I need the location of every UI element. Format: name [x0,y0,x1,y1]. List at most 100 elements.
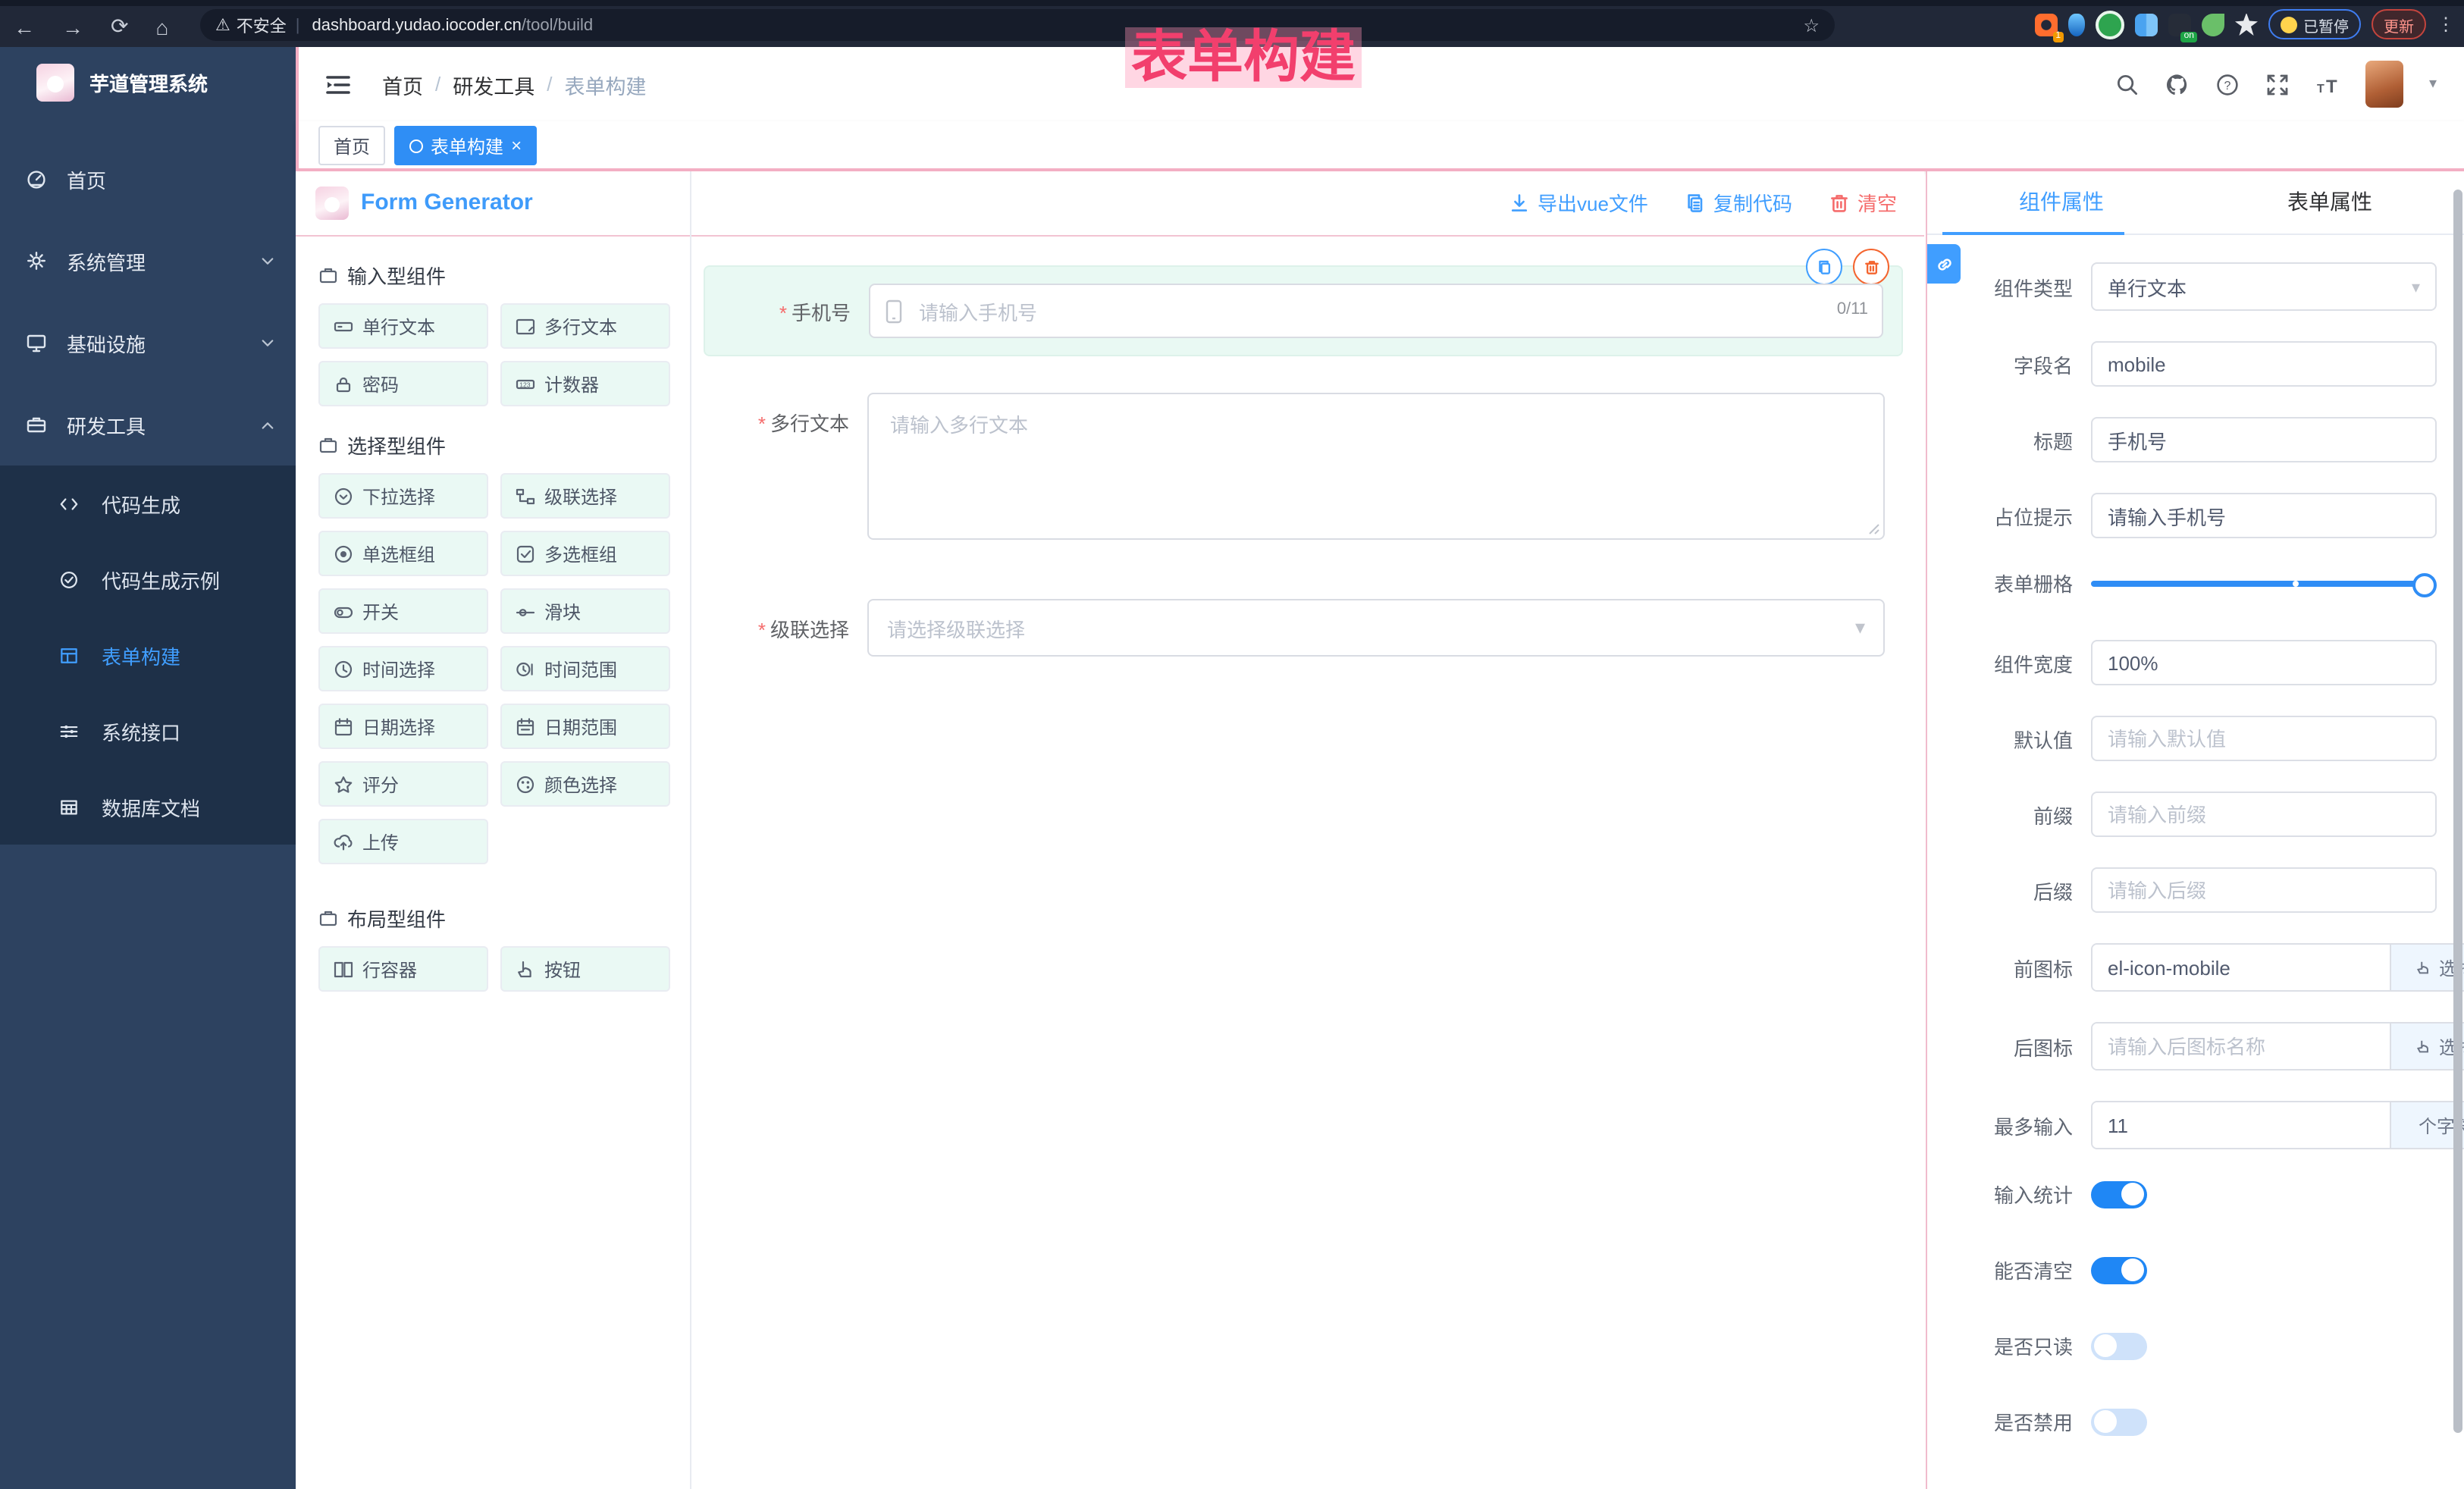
form-item-textarea[interactable]: *多行文本 [704,393,1885,540]
export-vue-button[interactable]: 导出vue文件 [1509,188,1648,217]
clear-button[interactable]: 清空 [1829,188,1897,217]
number-icon: 123 [516,374,535,393]
palette-item-color-picker[interactable]: 颜色选择 [500,761,670,807]
sidebar-item-form-build[interactable]: 表单构建 [0,617,296,693]
palette-item-date-range[interactable]: 日期范围 [500,704,670,749]
slider-handle[interactable] [2412,572,2437,597]
width-input[interactable] [2091,640,2437,685]
palette-item-upload[interactable]: 上传 [318,819,488,864]
browser-menu-icon[interactable]: ⋮ [2437,14,2455,35]
palette-item-rate[interactable]: 评分 [318,761,488,807]
sidebar-fold-icon[interactable] [324,72,352,96]
link-drawer-button[interactable] [1927,244,1961,284]
palette-item-single-text[interactable]: 单行文本 [318,303,488,349]
help-icon[interactable]: ? [2215,72,2240,96]
component-type-select[interactable]: 单行文本 ▾ [2091,262,2437,311]
prop-row-type: 组件类型 单行文本 ▾ [1927,262,2437,311]
active-tag-dot-icon [409,139,423,152]
palette-item-date-picker[interactable]: 日期选择 [318,704,488,749]
back-icon[interactable]: ← [14,14,35,39]
palette-item-switch[interactable]: 开关 [318,588,488,634]
user-avatar[interactable] [2365,61,2403,108]
grid-slider[interactable] [2091,580,2426,586]
sidebar-item-db-doc[interactable]: 数据库文档 [0,769,296,845]
fullscreen-icon[interactable] [2265,72,2290,96]
paused-pill-button[interactable]: 已暂停 [2268,9,2361,39]
update-button[interactable]: 更新 [2372,9,2426,39]
duplicate-item-button[interactable] [1806,249,1842,285]
extension-green-v-icon[interactable] [2096,10,2124,39]
palette-item-checkbox-group[interactable]: 多选框组 [500,531,670,576]
palette-item-slider[interactable]: 滑块 [500,588,670,634]
tab-form-props[interactable]: 表单属性 [2196,170,2464,234]
palette-item-textarea[interactable]: 多行文本 [500,303,670,349]
cascader-select[interactable]: 请选择级联选择 ▾ [867,599,1885,657]
user-menu-caret-icon[interactable]: ▾ [2429,76,2437,92]
address-bar[interactable]: ⚠ 不安全 | dashboard.yudao.iocoder.cn/tool/… [200,9,1835,41]
sidebar-item-codegen-demo[interactable]: 代码生成示例 [0,541,296,617]
tab-component-props[interactable]: 组件属性 [1927,170,2196,234]
sidebar-item-codegen[interactable]: 代码生成 [0,466,296,541]
tag-close-icon[interactable]: × [511,135,522,156]
disabled-toggle[interactable] [2091,1408,2147,1435]
extension-gem-icon[interactable] [2068,13,2085,36]
palette-item-select[interactable]: 下拉选择 [318,473,488,519]
form-item-mobile[interactable]: *手机号 0/11 [704,265,1903,356]
palette-item-button[interactable]: 按钮 [500,946,670,992]
sidebar-logo-row[interactable]: 芋道管理系统 [0,47,296,117]
extension-split-blue-icon[interactable] [2135,13,2158,36]
form-generator-title[interactable]: Form Generator [361,190,533,215]
palette-item-row-container[interactable]: 行容器 [318,946,488,992]
maxlength-input[interactable] [2093,1102,2390,1148]
forward-icon[interactable]: → [62,14,83,39]
palette-section-layout: 布局型组件 [318,904,690,933]
scrollbar-thumb[interactable] [2453,190,2462,1433]
sidebar-item-label: 数据库文档 [102,792,200,821]
sidebar-item-infra[interactable]: 基础设施 [0,302,296,384]
reload-icon[interactable]: ⟳ [111,14,128,39]
extension-dark-icon[interactable]: on [2168,13,2191,36]
breadcrumb-home[interactable]: 首页 [382,69,423,99]
title-input[interactable] [2091,417,2437,462]
sidebar-item-api[interactable]: 系统接口 [0,693,296,769]
readonly-toggle[interactable] [2091,1332,2147,1359]
sidebar-item-devtools[interactable]: 研发工具 [0,384,296,466]
sidebar-item-system[interactable]: 系统管理 [0,220,296,302]
link-icon [1934,254,1954,274]
placeholder-input[interactable] [2091,493,2437,538]
chevron-down-icon: ▾ [2412,277,2420,296]
suffix-icon-input[interactable] [2093,1023,2390,1069]
github-icon[interactable] [2165,72,2190,96]
field-name-input[interactable] [2091,341,2437,387]
mobile-input[interactable] [916,285,1630,340]
breadcrumb-devtools[interactable]: 研发工具 [453,69,534,99]
copy-code-button[interactable]: 复制代码 [1685,188,1792,217]
palette-item-time-picker[interactable]: 时间选择 [318,646,488,691]
extension-pin-icon[interactable] [2235,13,2258,36]
prefix-icon-input[interactable] [2093,945,2390,990]
default-value-input[interactable] [2091,716,2437,761]
show-count-toggle[interactable] [2091,1180,2147,1208]
sidebar-item-home[interactable]: 首页 [0,138,296,220]
palette-item-counter[interactable]: 123计数器 [500,361,670,406]
delete-item-button[interactable] [1853,249,1889,285]
font-size-icon[interactable]: TT [2315,72,2340,96]
clearable-toggle[interactable] [2091,1256,2147,1284]
resize-handle-icon[interactable] [1868,523,1880,535]
suffix-input[interactable] [2091,867,2437,913]
prefix-input[interactable] [2091,792,2437,837]
search-icon[interactable] [2115,72,2140,96]
home-icon[interactable]: ⌂ [155,14,168,39]
palette-item-time-range[interactable]: 时间范围 [500,646,670,691]
palette-item-password[interactable]: 密码 [318,361,488,406]
palette-item-radio-group[interactable]: 单选框组 [318,531,488,576]
tag-form-build[interactable]: 表单构建 × [394,126,537,165]
textarea-input[interactable] [887,406,1806,528]
security-label[interactable]: 不安全 [237,13,287,37]
bookmark-star-icon[interactable]: ☆ [1803,14,1820,36]
palette-item-cascader[interactable]: 级联选择 [500,473,670,519]
extension-orange-icon[interactable]: 1 [2035,13,2058,36]
tag-home[interactable]: 首页 [318,126,385,165]
extension-leaf-icon[interactable] [2202,13,2224,36]
form-item-cascader[interactable]: *级联选择 请选择级联选择 ▾ [704,597,1885,658]
